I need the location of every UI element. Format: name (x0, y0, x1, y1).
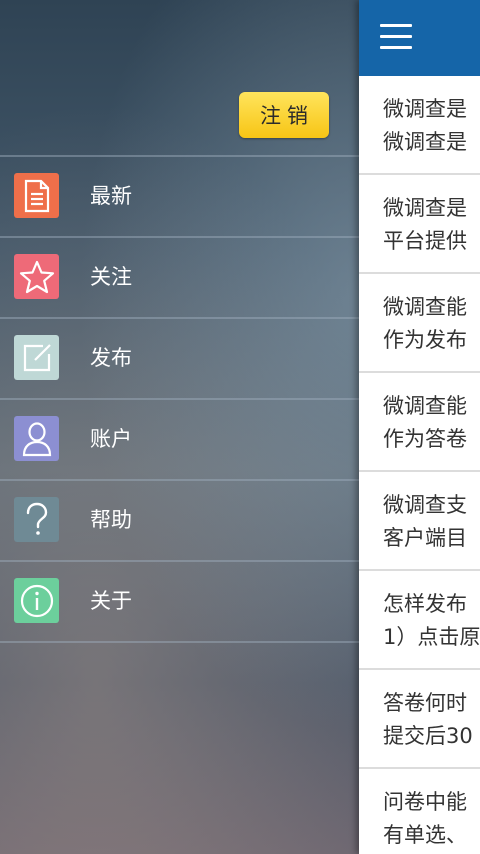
faq-answer: 微调查是 (383, 130, 467, 154)
star-icon (14, 254, 59, 299)
faq-question: 微调查能 (383, 295, 467, 319)
menu-item-publish[interactable]: 发布 (0, 317, 359, 398)
faq-question: 怎样发布 (383, 592, 467, 616)
content-panel: 微调查是 微调查是 微调查是 平台提供 微调查能 作为发布 微调查能 作为答卷 … (359, 0, 480, 854)
faq-answer: 1）点击原 (383, 625, 480, 649)
menu-item-account[interactable]: 账户 (0, 398, 359, 479)
faq-question: 微调查是 (383, 196, 467, 220)
info-icon (14, 578, 59, 623)
list-item[interactable]: 微调查是 微调查是 (359, 76, 480, 175)
menu-item-label: 帮助 (90, 508, 132, 532)
menu-item-label: 发布 (90, 346, 132, 370)
faq-answer: 有单选、 (383, 823, 467, 847)
menu-item-about[interactable]: 关于 (0, 560, 359, 643)
menu-item-follow[interactable]: 关注 (0, 236, 359, 317)
menu-item-label: 关于 (90, 589, 132, 613)
drawer-menu: 最新 关注 发布 账户 帮助 关于 (0, 155, 359, 643)
edit-icon (14, 335, 59, 380)
faq-answer: 作为发布 (383, 328, 467, 352)
list-item[interactable]: 微调查是 平台提供 (359, 175, 480, 274)
menu-item-label: 最新 (90, 184, 132, 208)
list-item[interactable]: 微调查能 作为发布 (359, 274, 480, 373)
faq-list: 微调查是 微调查是 微调查是 平台提供 微调查能 作为发布 微调查能 作为答卷 … (359, 76, 480, 854)
help-icon (14, 497, 59, 542)
list-item[interactable]: 怎样发布 1）点击原 (359, 571, 480, 670)
faq-answer: 平台提供 (383, 229, 467, 253)
faq-question: 问卷中能 (383, 790, 467, 814)
top-app-bar (359, 0, 480, 76)
app-screen: 注销 最新 关注 发布 账户 帮助 关于 微调查是 微调查是 微调查是 平台提供… (0, 0, 480, 854)
faq-answer: 提交后30 (383, 724, 473, 748)
hamburger-menu-icon[interactable] (380, 24, 412, 50)
list-item[interactable]: 微调查能 作为答卷 (359, 373, 480, 472)
user-icon (14, 416, 59, 461)
list-item[interactable]: 答卷何时 提交后30 (359, 670, 480, 769)
list-item[interactable]: 微调查支 客户端目 (359, 472, 480, 571)
logout-button[interactable]: 注销 (239, 92, 329, 138)
faq-answer: 客户端目 (383, 526, 467, 550)
faq-question: 微调查能 (383, 394, 467, 418)
menu-item-label: 账户 (90, 427, 132, 451)
faq-question: 答卷何时 (383, 691, 467, 715)
document-icon (14, 173, 59, 218)
faq-question: 微调查是 (383, 97, 467, 121)
faq-question: 微调查支 (383, 493, 467, 517)
faq-answer: 作为答卷 (383, 427, 467, 451)
menu-item-latest[interactable]: 最新 (0, 155, 359, 236)
menu-item-label: 关注 (90, 265, 132, 289)
menu-item-help[interactable]: 帮助 (0, 479, 359, 560)
navigation-drawer: 注销 最新 关注 发布 账户 帮助 关于 (0, 0, 359, 854)
list-item[interactable]: 问卷中能 有单选、 (359, 769, 480, 854)
